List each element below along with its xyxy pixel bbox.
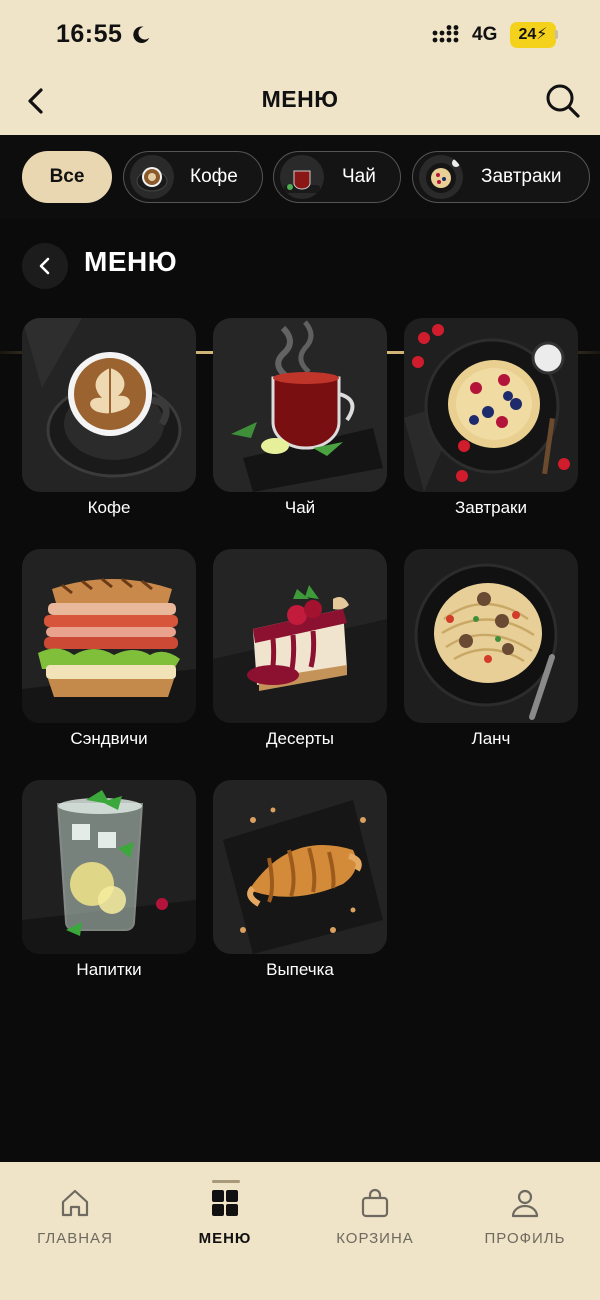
breakfast-image bbox=[404, 318, 578, 492]
category-label: Сэндвичи bbox=[70, 729, 148, 748]
nav-profile[interactable]: ПРОФИЛЬ bbox=[450, 1186, 600, 1247]
chip-coffee[interactable]: Кофе bbox=[123, 151, 263, 203]
chip-label: Все bbox=[49, 166, 85, 187]
battery-level: 24 bbox=[518, 26, 537, 43]
chip-all[interactable]: Все bbox=[22, 151, 112, 203]
tea-thumbnail bbox=[280, 155, 324, 199]
moon-icon bbox=[133, 26, 150, 43]
category-tile-drinks[interactable]: Напитки bbox=[22, 780, 196, 980]
category-label: Выпечка bbox=[266, 960, 334, 979]
chip-tea[interactable]: Чай bbox=[273, 151, 401, 203]
category-tile-tea[interactable]: Чай bbox=[213, 318, 387, 518]
status-time: 16:55 bbox=[56, 20, 123, 48]
top-app-bar: МЕНЮ bbox=[0, 68, 600, 135]
category-label: Завтраки bbox=[454, 498, 527, 517]
battery-tip bbox=[555, 30, 558, 39]
network-type: 4G bbox=[472, 24, 498, 45]
nav-home[interactable]: ГЛАВНАЯ bbox=[0, 1186, 150, 1247]
chip-breakfast[interactable]: Завтраки bbox=[412, 151, 590, 203]
nav-label: ПРОФИЛЬ bbox=[484, 1230, 566, 1247]
sandwich-image bbox=[22, 549, 196, 723]
nav-label: КОРЗИНА bbox=[336, 1230, 414, 1247]
charging-bolt-icon: ⚡ bbox=[536, 26, 548, 43]
coffee-thumbnail bbox=[130, 155, 174, 199]
lunch-image bbox=[404, 549, 578, 723]
active-tab-indicator bbox=[212, 1180, 240, 1183]
tea-image bbox=[213, 318, 387, 492]
chip-label: Кофе bbox=[190, 166, 238, 187]
drinks-image bbox=[22, 780, 196, 954]
chip-label: Завтраки bbox=[481, 166, 562, 187]
chevron-left-icon bbox=[39, 257, 50, 275]
search-icon[interactable] bbox=[544, 82, 582, 120]
category-label: Напитки bbox=[76, 960, 142, 979]
pastry-image bbox=[213, 780, 387, 954]
category-tile-breakfast[interactable]: Завтраки bbox=[404, 318, 578, 518]
category-tile-pastry[interactable]: Выпечка bbox=[213, 780, 387, 980]
category-label: Десерты bbox=[265, 729, 334, 748]
bag-icon bbox=[361, 1188, 389, 1218]
status-bar: 16:55 4G 24⚡ bbox=[0, 0, 600, 68]
category-tile-coffee[interactable]: Кофе bbox=[22, 318, 196, 518]
nav-cart[interactable]: КОРЗИНА bbox=[300, 1186, 450, 1247]
category-label: Чай bbox=[284, 498, 316, 517]
category-tile-lunch[interactable]: Ланч bbox=[404, 549, 578, 749]
battery-indicator: 24⚡ bbox=[510, 22, 556, 48]
nav-menu[interactable]: МЕНЮ bbox=[150, 1186, 300, 1247]
category-tile-desserts[interactable]: Десерты bbox=[213, 549, 387, 749]
breakfast-thumbnail bbox=[419, 155, 463, 199]
category-label: Кофе bbox=[87, 498, 131, 517]
home-icon bbox=[61, 1189, 89, 1217]
category-chips: Все Кофе Чай Завтраки bbox=[0, 135, 600, 354]
chip-label: Чай bbox=[342, 166, 376, 187]
nav-label: МЕНЮ bbox=[198, 1230, 252, 1247]
section-title: МЕНЮ bbox=[84, 246, 178, 277]
nav-label: ГЛАВНАЯ bbox=[37, 1230, 113, 1247]
bottom-navigation: ГЛАВНАЯ МЕНЮ КОРЗИНА ПРОФИЛЬ bbox=[0, 1162, 600, 1300]
coffee-image bbox=[22, 318, 196, 492]
user-icon bbox=[511, 1189, 539, 1218]
section-back-button[interactable] bbox=[22, 243, 68, 289]
category-tile-sandwiches[interactable]: Сэндвичи bbox=[22, 549, 196, 749]
dessert-image bbox=[213, 549, 387, 723]
page-title: МЕНЮ bbox=[261, 86, 339, 112]
grid-icon bbox=[212, 1190, 238, 1216]
category-label: Ланч bbox=[471, 729, 511, 748]
signal-icon bbox=[432, 25, 459, 43]
